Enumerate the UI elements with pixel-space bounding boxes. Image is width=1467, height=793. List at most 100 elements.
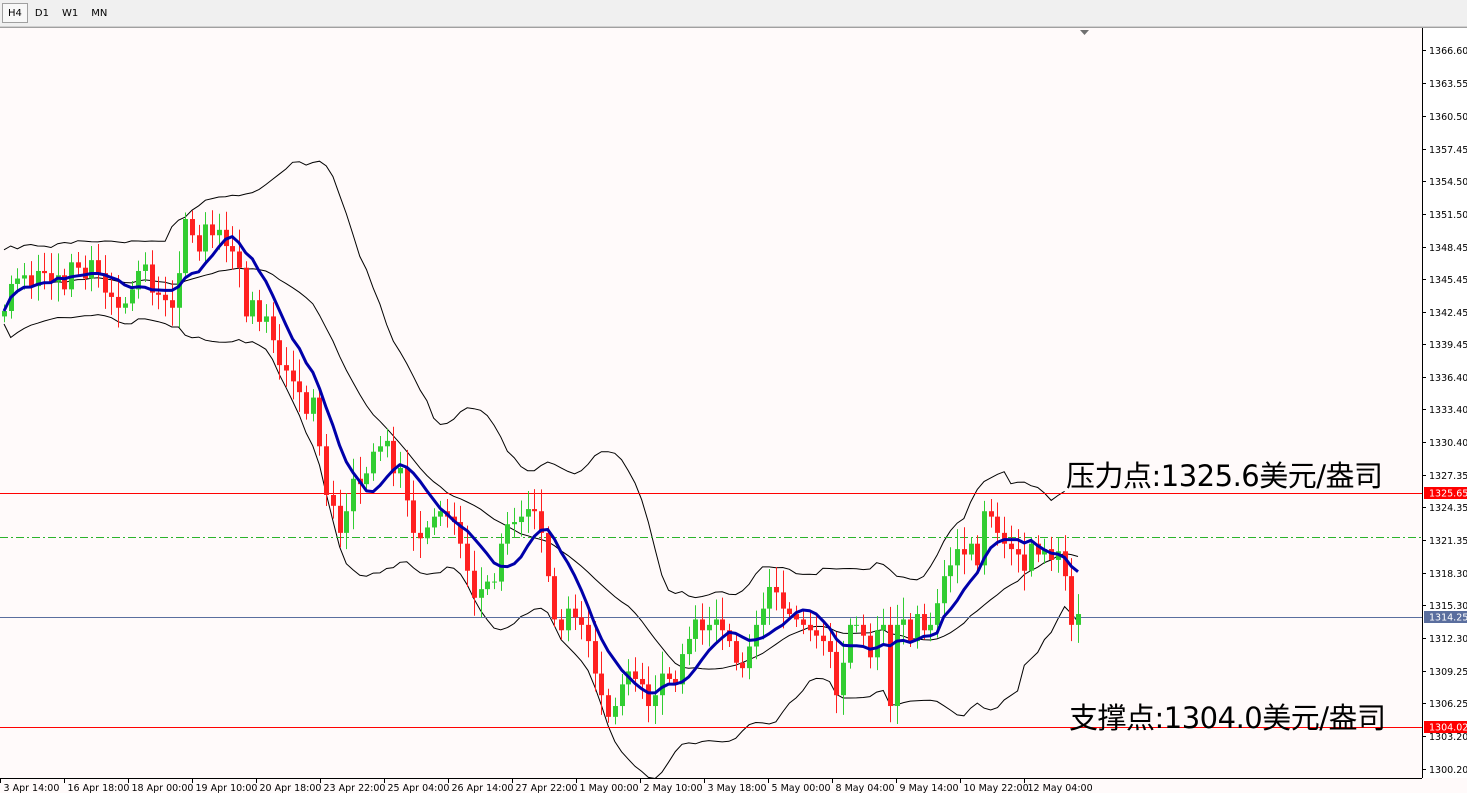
candle-body <box>143 264 148 271</box>
price-tick-label: 1357.45 <box>1429 145 1467 156</box>
candle <box>183 212 188 279</box>
candle-body <box>1063 551 1068 577</box>
candle-body <box>989 511 994 517</box>
candle-body <box>868 635 873 658</box>
price-tick-label: 1312.30 <box>1429 634 1467 645</box>
candle-body <box>928 624 933 631</box>
candle-body <box>747 646 752 669</box>
time-tick-label: 12 May 04:00 <box>1028 783 1093 793</box>
time-tick-label: 8 May 04:00 <box>836 783 895 793</box>
candle-body <box>687 638 692 655</box>
candle-body <box>754 624 759 647</box>
candle-body <box>311 397 316 414</box>
price-tick-label: 1327.35 <box>1429 471 1467 482</box>
candle-body <box>660 673 665 696</box>
candle-body <box>96 260 101 274</box>
candle-body <box>693 619 698 639</box>
candle-body <box>901 619 906 625</box>
time-tick-label: 3 May 18:00 <box>708 783 767 793</box>
time-tick-label: 10 May 22:00 <box>964 783 1029 793</box>
candle-body <box>183 219 188 274</box>
candle-body <box>203 224 208 252</box>
candle-body <box>1069 576 1074 625</box>
candle-body <box>599 673 604 696</box>
candle-body <box>781 592 786 609</box>
candle-body <box>317 397 322 447</box>
candle-body <box>492 581 497 583</box>
candle-body <box>935 603 940 625</box>
candle-body <box>620 684 625 707</box>
current-price-tag-label: 1314.25 <box>1429 613 1467 624</box>
candle-body <box>861 624 866 636</box>
candle-body <box>485 581 490 590</box>
time-tick-label: 2 May 10:00 <box>644 783 703 793</box>
price-axis: 1366.60 1363.55 1360.50 1357.45 1354.50 1351.… <box>1422 28 1467 778</box>
candle-body <box>250 300 255 317</box>
candle-body <box>948 565 953 577</box>
candle-body <box>324 446 329 495</box>
candle-body <box>875 630 880 658</box>
candle-body <box>667 673 672 679</box>
candle-body <box>552 576 557 620</box>
candle-body <box>593 641 598 674</box>
price-tick-label: 1336.40 <box>1429 373 1467 384</box>
candle-body <box>237 251 242 268</box>
candle-body <box>995 516 1000 533</box>
price-tick-label: 1300.20 <box>1429 765 1467 776</box>
candle-body <box>1076 614 1081 625</box>
candle-body <box>385 440 390 447</box>
time-tick-label: 5 May 00:00 <box>772 783 831 793</box>
candle-body <box>130 289 135 304</box>
candle-body <box>969 543 974 555</box>
candle-body <box>707 624 712 631</box>
candle-body <box>244 267 249 317</box>
price-tick-label: 1318.30 <box>1429 569 1467 580</box>
candle-body <box>109 292 114 297</box>
candle-body <box>700 619 705 631</box>
price-tick-label: 1315.30 <box>1429 601 1467 612</box>
price-tick-label: 1324.35 <box>1429 503 1467 514</box>
time-tick-label: 20 Apr 18:00 <box>260 783 322 793</box>
candle-body <box>559 619 564 631</box>
resistance-annotation: 压力点:1325.6美元/盎司 <box>1066 459 1383 493</box>
candle-body <box>505 524 510 544</box>
candle-body <box>15 278 20 284</box>
candle-body <box>1022 554 1027 571</box>
candle-body <box>1029 543 1034 571</box>
price-tick-label: 1360.50 <box>1429 112 1467 123</box>
candle-body <box>364 473 369 485</box>
candle-body <box>210 224 215 236</box>
candle-body <box>908 619 913 642</box>
price-chart[interactable]: 1366.60 1363.55 1360.50 1357.45 1354.50 1351.… <box>0 0 1467 793</box>
candle-body <box>848 624 853 663</box>
candle-body <box>304 392 309 414</box>
time-tick-label: 3 Apr 14:00 <box>4 783 60 793</box>
candle-body <box>1009 543 1014 550</box>
candle-body <box>519 516 524 523</box>
candle-body <box>331 494 336 506</box>
candle-body <box>432 516 437 528</box>
price-tick-label: 1339.45 <box>1429 340 1467 351</box>
candle-body <box>76 262 81 268</box>
candle-body <box>284 365 289 371</box>
candle-body <box>828 641 833 652</box>
candle-body <box>586 624 591 642</box>
chart-frame <box>0 28 1423 779</box>
candle-body <box>767 586 772 609</box>
candle-body <box>653 695 658 707</box>
time-tick-label: 19 Apr 10:00 <box>196 783 258 793</box>
time-tick-label: 18 Apr 00:00 <box>132 783 194 793</box>
candle-body <box>1016 549 1021 555</box>
candle-body <box>230 246 235 252</box>
candle-body <box>156 292 161 295</box>
price-tick-label: 1366.60 <box>1429 46 1467 57</box>
candle-body <box>808 624 813 631</box>
candle-body <box>170 300 175 308</box>
candle-body <box>297 381 302 393</box>
candle-body <box>942 576 947 604</box>
candle-body <box>526 509 531 517</box>
candle-body <box>566 608 571 631</box>
candle-body <box>787 608 792 615</box>
candle-body <box>472 570 477 598</box>
candle-body <box>546 532 551 577</box>
